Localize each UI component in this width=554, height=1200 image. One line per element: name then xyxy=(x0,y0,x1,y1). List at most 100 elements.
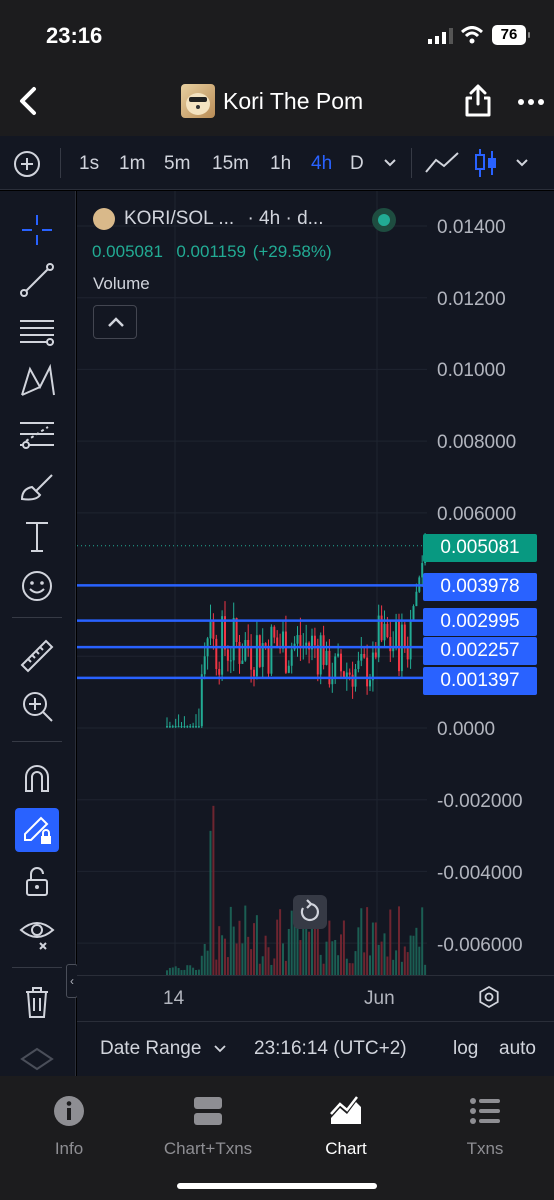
level-tag[interactable]: 0.001397 xyxy=(423,667,537,695)
volume-bar xyxy=(255,915,258,975)
eye-icon[interactable] xyxy=(18,913,56,951)
volume-bar xyxy=(168,967,171,975)
reset-chart-button[interactable] xyxy=(293,895,327,929)
candle-body xyxy=(377,615,380,658)
volume-bar xyxy=(340,934,342,975)
unlock-icon[interactable] xyxy=(18,863,56,901)
candle-body xyxy=(409,620,412,660)
candle-body xyxy=(389,637,392,652)
timeframe-5m[interactable]: 5m xyxy=(164,153,190,175)
nav-chart-txns[interactable]: Chart+Txns xyxy=(153,1094,263,1159)
candle-body xyxy=(284,631,287,673)
volume-bar xyxy=(383,933,386,975)
emoji-icon[interactable] xyxy=(18,567,56,605)
crosshair-icon[interactable] xyxy=(18,211,56,249)
volume-bar xyxy=(232,926,235,975)
candle-body xyxy=(380,615,383,641)
candle-body xyxy=(369,680,371,687)
level-tag[interactable]: 0.003978 xyxy=(423,573,537,601)
status-time: 23:16 xyxy=(46,23,103,48)
nav-txns[interactable]: Txns xyxy=(430,1094,540,1159)
text-tool-icon[interactable] xyxy=(18,517,56,555)
nav-chart[interactable]: Chart xyxy=(291,1094,401,1159)
candle-body xyxy=(348,672,351,675)
pattern-icon[interactable] xyxy=(18,363,56,401)
chevron-down-icon[interactable] xyxy=(515,158,529,168)
status-bar: 23:16 76 xyxy=(0,0,554,70)
candle-body xyxy=(189,726,192,728)
volume-label: Volume xyxy=(93,274,150,293)
volume-bar xyxy=(299,940,302,975)
volume-bar xyxy=(403,946,406,975)
candle-body xyxy=(357,660,360,670)
timeframe-4h[interactable]: 4h xyxy=(311,153,332,175)
more-options-icon[interactable] xyxy=(517,97,545,107)
candle-body xyxy=(215,638,218,670)
level-tag[interactable]: 0.002257 xyxy=(423,637,537,665)
collapse-legend-button[interactable] xyxy=(93,305,137,339)
zoom-in-icon[interactable] xyxy=(18,687,56,725)
volume-bar xyxy=(177,968,180,975)
candlestick-icon[interactable] xyxy=(474,147,498,179)
candle-body xyxy=(270,626,273,674)
timeframe-1h[interactable]: 1h xyxy=(270,153,291,175)
chevron-up-icon xyxy=(108,317,124,327)
volume-bar xyxy=(348,963,351,975)
volume-bar xyxy=(322,963,325,975)
trash-icon[interactable] xyxy=(18,983,56,1021)
candle-body xyxy=(168,726,171,728)
timeframe-15m[interactable]: 15m xyxy=(212,153,249,175)
brush-icon[interactable] xyxy=(18,467,56,505)
volume-bar xyxy=(284,960,287,975)
candle-body xyxy=(340,653,342,672)
info-icon xyxy=(54,1096,84,1126)
candle-body xyxy=(383,623,386,641)
date-range-button[interactable]: Date Range xyxy=(100,1038,227,1060)
level-tag[interactable]: 0.002995 xyxy=(423,608,537,636)
price-axis-label: 0.01200 xyxy=(437,289,506,310)
candle-body xyxy=(250,648,253,670)
candle-body xyxy=(305,642,308,646)
timeframe-d[interactable]: D xyxy=(350,153,364,175)
candle-body xyxy=(200,674,203,727)
log-scale-toggle[interactable]: log xyxy=(453,1038,478,1060)
magnet-icon[interactable] xyxy=(18,759,56,797)
legend-symbol: KORI/SOL ... · 4h · d... xyxy=(124,208,323,230)
auto-scale-toggle[interactable]: auto xyxy=(499,1038,536,1060)
timeframe-1s[interactable]: 1s xyxy=(79,153,99,175)
chevron-down-icon[interactable] xyxy=(383,158,397,168)
candle-body xyxy=(276,637,279,647)
volume-bar xyxy=(247,936,250,975)
volume-bar xyxy=(357,927,360,975)
volume-bar xyxy=(424,964,427,975)
trend-line-icon[interactable] xyxy=(18,261,56,299)
volume-bar xyxy=(418,946,421,975)
candle-body xyxy=(360,653,363,661)
timeframe-1m[interactable]: 1m xyxy=(119,153,145,175)
back-icon[interactable] xyxy=(14,84,44,118)
nav-info[interactable]: Info xyxy=(14,1094,124,1159)
candle-body xyxy=(258,635,261,667)
volume-bar xyxy=(244,905,247,975)
line-chart-icon[interactable] xyxy=(424,150,460,176)
volume-bar xyxy=(313,921,316,975)
volume-bar xyxy=(386,956,389,975)
price-axis-label: -0.002000 xyxy=(437,791,523,812)
lock-drawings-icon[interactable] xyxy=(15,808,59,852)
date-range-label: Date Range xyxy=(100,1038,202,1059)
timezone-clock[interactable]: 23:16:14 (UTC+2) xyxy=(254,1038,407,1060)
volume-bar xyxy=(308,931,311,975)
candle-body xyxy=(412,606,415,621)
legend-token-avatar xyxy=(93,208,115,230)
candle-body xyxy=(183,726,186,728)
volume-bar xyxy=(174,966,177,975)
forecast-icon[interactable] xyxy=(18,415,56,453)
share-icon[interactable] xyxy=(464,84,492,118)
volume-bar xyxy=(369,955,371,975)
add-indicator-icon[interactable] xyxy=(12,149,42,179)
ruler-icon[interactable] xyxy=(18,637,56,675)
chart-settings-icon[interactable] xyxy=(477,985,501,1009)
fib-lines-icon[interactable] xyxy=(18,313,56,351)
candle-body xyxy=(203,656,206,675)
wifi-icon xyxy=(461,26,483,44)
